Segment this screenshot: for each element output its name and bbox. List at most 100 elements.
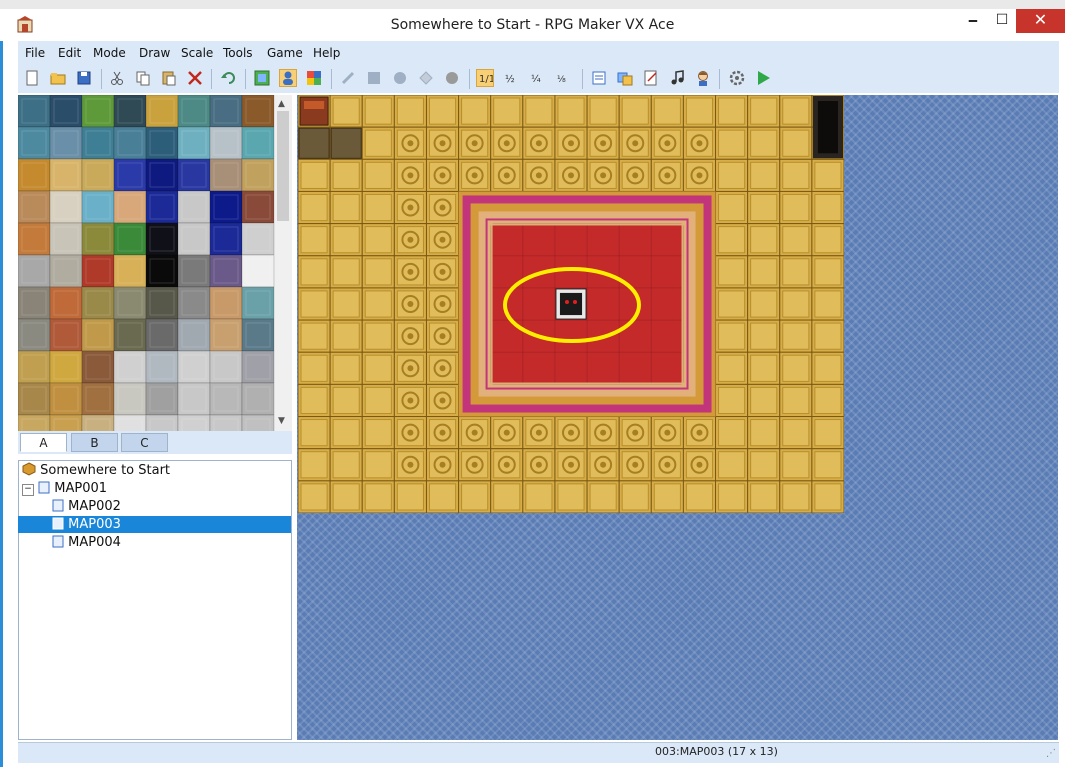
tree-item-map003[interactable]: MAP003 xyxy=(18,516,291,533)
tileset-tile[interactable] xyxy=(177,382,211,416)
event-mode-icon[interactable] xyxy=(279,69,297,87)
tileset-tile[interactable] xyxy=(241,286,274,320)
tileset-tile[interactable] xyxy=(49,286,83,320)
tileset-tile[interactable] xyxy=(145,254,179,288)
tileset-tile[interactable] xyxy=(145,414,179,431)
playtest-icon[interactable] xyxy=(754,69,772,87)
tileset-tile[interactable] xyxy=(145,286,179,320)
shadow-pen-icon[interactable] xyxy=(443,69,461,87)
cut-icon[interactable] xyxy=(108,69,126,87)
zoom-1-1-icon[interactable]: 1/1 xyxy=(476,69,495,87)
tileset-tile[interactable] xyxy=(177,286,211,320)
tileset-tile[interactable] xyxy=(145,222,179,256)
tileset-tile[interactable] xyxy=(241,318,274,352)
tileset-tile[interactable] xyxy=(113,254,147,288)
menu-file[interactable]: File xyxy=(25,46,45,60)
new-project-icon[interactable] xyxy=(23,69,41,87)
tileset-tile[interactable] xyxy=(209,254,243,288)
tileset-tile[interactable] xyxy=(49,158,83,192)
tileset-graphics[interactable] xyxy=(18,95,274,431)
scroll-up-icon[interactable]: ▲ xyxy=(278,99,285,109)
delete-icon[interactable] xyxy=(186,69,204,87)
character-generator-icon[interactable] xyxy=(694,69,712,87)
tileset-tile[interactable] xyxy=(241,190,274,224)
menu-scale[interactable]: Scale xyxy=(181,46,213,60)
tileset-tile[interactable] xyxy=(81,318,115,352)
collapse-toggle-icon[interactable]: − xyxy=(22,484,34,496)
tileset-tile[interactable] xyxy=(81,382,115,416)
tileset-tile[interactable] xyxy=(209,158,243,192)
pencil-icon[interactable] xyxy=(339,69,357,87)
tileset-tile[interactable] xyxy=(241,382,274,416)
tileset-tile[interactable] xyxy=(81,222,115,256)
tileset-tile[interactable] xyxy=(113,190,147,224)
tileset-tile[interactable] xyxy=(18,414,51,431)
tileset-tile[interactable] xyxy=(49,222,83,256)
tileset-tile[interactable] xyxy=(49,126,83,160)
resize-grip-icon[interactable]: ⋰ xyxy=(1046,748,1056,759)
zoom-1-4-icon[interactable]: ¼ xyxy=(530,69,548,87)
tileset-tile[interactable] xyxy=(209,222,243,256)
open-project-icon[interactable] xyxy=(49,69,67,87)
tileset-tile[interactable] xyxy=(113,222,147,256)
save-project-icon[interactable] xyxy=(75,69,93,87)
menu-game[interactable]: Game xyxy=(267,46,303,60)
tileset-tile[interactable] xyxy=(145,126,179,160)
undo-icon[interactable] xyxy=(220,69,238,87)
tileset-tile[interactable] xyxy=(81,95,115,128)
tileset-tile[interactable] xyxy=(113,158,147,192)
zoom-1-2-icon[interactable]: ½ xyxy=(504,69,522,87)
tileset-tile[interactable] xyxy=(113,350,147,384)
close-button[interactable]: ✕ xyxy=(1016,9,1065,33)
map-mode-icon[interactable] xyxy=(253,69,271,87)
tree-item-map002[interactable]: MAP002 xyxy=(52,498,121,515)
tileset-tile[interactable] xyxy=(18,254,51,288)
project-root[interactable]: Somewhere to Start xyxy=(22,462,170,479)
tileset-tile[interactable] xyxy=(209,350,243,384)
menu-tools[interactable]: Tools xyxy=(223,46,253,60)
scroll-down-icon[interactable]: ▼ xyxy=(278,416,285,426)
minimize-button[interactable]: 🗕 xyxy=(958,9,988,33)
tileset-tile[interactable] xyxy=(113,414,147,431)
tileset-tile[interactable] xyxy=(177,126,211,160)
tileset-tile[interactable] xyxy=(177,414,211,431)
tileset-tile[interactable] xyxy=(145,350,179,384)
ellipse-icon[interactable] xyxy=(391,69,409,87)
tileset-tile[interactable] xyxy=(209,414,243,431)
tab-b[interactable]: B xyxy=(71,433,118,452)
tileset-tile[interactable] xyxy=(209,126,243,160)
tileset-tile[interactable] xyxy=(209,382,243,416)
shadow-tile[interactable] xyxy=(330,127,362,159)
tileset-tile[interactable] xyxy=(241,254,274,288)
tileset-tile[interactable] xyxy=(145,382,179,416)
zoom-1-8-icon[interactable]: ⅛ xyxy=(556,69,574,87)
tileset-tile[interactable] xyxy=(177,254,211,288)
script-editor-icon[interactable] xyxy=(642,69,660,87)
tileset-tile[interactable] xyxy=(145,158,179,192)
sound-test-icon[interactable] xyxy=(668,69,686,87)
tileset-tile[interactable] xyxy=(113,126,147,160)
tileset-tile[interactable] xyxy=(241,414,274,431)
options-icon[interactable] xyxy=(728,69,746,87)
tileset-tile[interactable] xyxy=(113,382,147,416)
tileset-tile[interactable] xyxy=(49,95,83,128)
menu-edit[interactable]: Edit xyxy=(58,46,81,60)
tileset-tile[interactable] xyxy=(241,95,274,128)
database-icon[interactable] xyxy=(590,69,608,87)
tileset-tile[interactable] xyxy=(18,286,51,320)
tileset-tile[interactable] xyxy=(81,350,115,384)
tab-a[interactable]: A xyxy=(20,433,67,452)
tileset-tile[interactable] xyxy=(145,318,179,352)
tileset-tile[interactable] xyxy=(241,126,274,160)
menu-help[interactable]: Help xyxy=(313,46,340,60)
resource-manager-icon[interactable] xyxy=(616,69,634,87)
tileset-tile[interactable] xyxy=(49,382,83,416)
tileset-tile[interactable] xyxy=(49,190,83,224)
tileset-tile[interactable] xyxy=(177,95,211,128)
tileset-tile[interactable] xyxy=(241,350,274,384)
tileset-tile[interactable] xyxy=(49,414,83,431)
tileset-tile[interactable] xyxy=(18,222,51,256)
tileset-tile[interactable] xyxy=(49,254,83,288)
shadow-tile[interactable] xyxy=(298,127,330,159)
tileset-tile[interactable] xyxy=(18,382,51,416)
